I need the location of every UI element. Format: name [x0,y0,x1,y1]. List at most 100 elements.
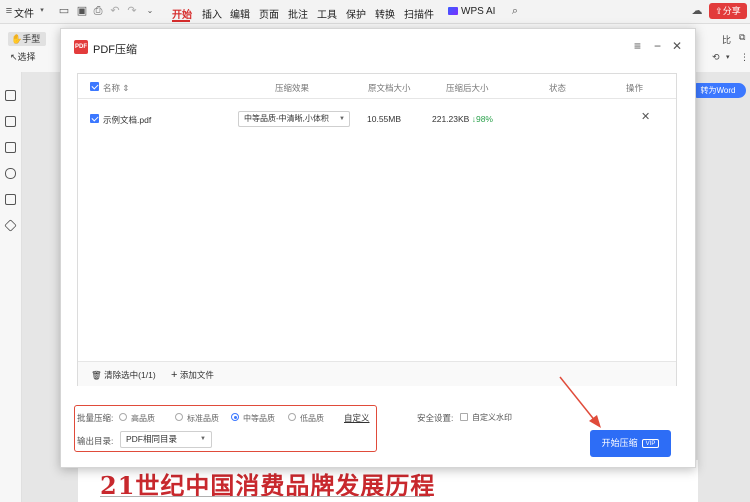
more-chevron-icon[interactable]: ⌄ [144,5,156,17]
pdf-compress-dialog: PDF PDF压缩 ≡ − ✕ 名称 ⇕ 压缩效果 原文档大小 压缩后大小 状态… [60,28,696,468]
security-settings-label: 安全设置: [417,413,454,423]
radio-standard-quality[interactable] [175,413,183,421]
wps-ai-icon [448,7,458,15]
tab-protect[interactable]: 保护 [346,6,366,21]
table-header: 名称 ⇕ 压缩效果 原文档大小 压缩后大小 状态 操作 [78,74,676,99]
file-name: 示例文档.pdf [103,115,152,125]
wps-ai-button[interactable]: WPS AI [448,6,495,17]
share-icon: ⇪ [715,6,723,16]
compressed-size-value: 221.23KB [432,114,470,124]
chevron-down-icon: ▼ [200,436,206,442]
custom-quality-link[interactable]: 自定义 [344,412,370,424]
select-tool-label: 选择 [17,52,36,62]
layers-icon[interactable] [4,219,17,232]
column-header-status: 状态 [549,83,567,93]
original-size: 10.55MB [367,114,402,124]
start-compress-label: 开始压缩 [601,438,638,448]
plus-icon: + [171,369,178,381]
cursor-icon: ↖ [10,52,18,62]
menu-icon[interactable]: ≡ [634,39,641,53]
hand-icon: ✋ [11,34,23,44]
watermark-label[interactable]: 自定义水印 [472,412,512,423]
radio-medium-quality[interactable] [231,413,239,421]
hand-tool-label: 手型 [22,34,41,44]
clear-selected-button[interactable]: 🗑 清除选中(1/1) [91,369,156,381]
active-tab-indicator [172,20,190,22]
more-icon[interactable]: ⋮ [740,52,749,63]
column-header-action: 操作 [626,83,644,93]
column-header-original-size: 原文档大小 [368,83,411,93]
pdf-logo-icon: PDF [74,40,88,54]
attachment-icon[interactable] [5,168,16,179]
signature-icon[interactable] [5,194,16,205]
toolbar-fragment-text[interactable]: 比 [722,33,731,46]
vip-badge: VIP [641,439,660,448]
chevron-down-icon[interactable]: ▾ [726,53,730,61]
start-compress-button[interactable]: 开始压缩 VIP [590,430,671,457]
add-file-button[interactable]: + 添加文件 [171,369,214,381]
watermark-checkbox[interactable] [460,413,468,421]
row-checkbox[interactable] [90,114,99,123]
tab-insert[interactable]: 插入 [202,6,222,21]
left-sidebar [0,72,22,502]
search-icon[interactable]: ⌕ [509,5,521,17]
radio-standard-quality-label[interactable]: 标准品质 [187,413,219,424]
tab-page[interactable]: 页面 [259,6,279,21]
minimize-icon[interactable]: − [654,39,661,53]
select-tool-button[interactable]: ↖选择 [10,50,36,63]
convert-to-word-button[interactable]: 转为Word [690,83,746,98]
trash-icon: 🗑 [91,370,102,380]
sort-icon: ⇕ [122,83,130,93]
column-header-effect: 压缩效果 [275,83,310,93]
compressed-size: 221.23KB ↓98% [432,114,493,124]
tab-home[interactable]: 开始 [172,6,192,21]
chevron-down-icon: ▼ [339,116,345,122]
output-dir-select[interactable]: PDF相同目录 ▼ [120,431,212,448]
document-divider [100,496,430,497]
column-header-compressed-size: 压缩后大小 [446,83,489,93]
hand-tool-button[interactable]: ✋手型 [8,32,46,46]
open-folder-icon[interactable]: ▭ [58,5,70,17]
reduction-value: 98% [475,114,493,124]
radio-low-quality-label[interactable]: 低品质 [300,413,324,424]
redo-icon[interactable]: ↷ [126,5,138,17]
tab-edit[interactable]: 编辑 [230,6,250,21]
output-dir-value: PDF相同目录 [126,434,178,444]
save-icon[interactable]: ▣ [76,5,88,17]
radio-high-quality[interactable] [119,413,127,421]
chevron-down-icon[interactable]: ▾ [36,5,48,17]
dialog-title: PDF压缩 [93,44,137,56]
reduction-percent: ↓98% [471,114,493,124]
radio-medium-quality-label[interactable]: 中等品质 [243,413,275,424]
share-button[interactable]: ⇪分享 [709,3,747,19]
print-icon[interactable]: ⎙ [92,5,104,17]
undo-icon[interactable]: ↶ [109,5,121,17]
close-icon[interactable]: ✕ [672,39,682,53]
radio-high-quality-label[interactable]: 高品质 [131,413,155,424]
tab-annotate[interactable]: 批注 [288,6,308,21]
file-table: 名称 ⇕ 压缩效果 原文档大小 压缩后大小 状态 操作 示例文档.pdf 中等品… [77,73,677,386]
quality-select-value: 中等品质-中清晰,小体积 [244,114,329,123]
select-all-checkbox[interactable] [90,82,99,91]
translate-icon[interactable]: ⧉ [739,32,745,43]
top-ribbon: ≡ 文件 ▾ ▭ ▣ ⎙ ↶ ↷ ⌄ 开始 插入 编辑 页面 批注 工具 保护 … [0,0,750,24]
compression-quality-select[interactable]: 中等品质-中清晰,小体积 ▼ [238,111,350,127]
share-label: 分享 [722,6,741,16]
batch-compress-label: 批量压缩: [77,413,114,423]
bookmark-icon[interactable] [5,90,16,101]
clear-selected-label: 清除选中(1/1) [104,370,156,380]
output-dir-label: 输出目录: [77,436,114,446]
tab-tools[interactable]: 工具 [317,6,337,21]
tab-convert[interactable]: 转换 [375,6,395,21]
remove-file-icon[interactable]: ✕ [641,110,650,123]
thumbnail-icon[interactable] [5,116,16,127]
radio-low-quality[interactable] [288,413,296,421]
tab-scan[interactable]: 扫描件 [404,6,434,21]
comment-icon[interactable] [5,142,16,153]
name-header-label: 名称 [103,83,121,93]
file-menu[interactable]: 文件 [14,5,34,20]
wps-ai-label: WPS AI [461,6,496,17]
column-header-name[interactable]: 名称 ⇕ [103,82,130,94]
cloud-sync-icon[interactable]: ☁ [691,5,703,17]
rotate-icon[interactable]: ⟲ [712,52,720,63]
